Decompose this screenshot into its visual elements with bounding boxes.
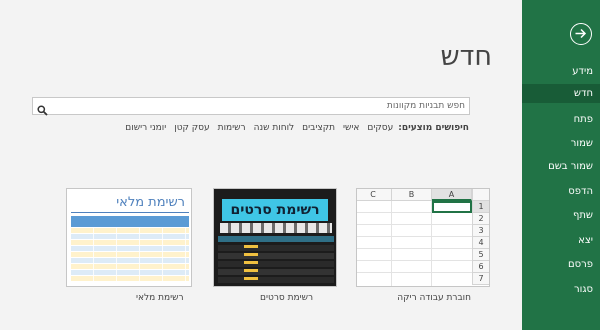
template-inventory-list[interactable]: רשימת מלאי xyxy=(66,188,192,287)
grid-line xyxy=(431,201,432,286)
nav-item-new[interactable]: חדש xyxy=(574,87,593,101)
inventory-thumb-title: רשימת מלאי xyxy=(116,195,185,210)
suggested-link-logs[interactable]: יומני רישום xyxy=(125,123,166,133)
inventory-title-rule xyxy=(71,212,189,213)
nav-item-publish[interactable]: פרסם xyxy=(568,258,593,272)
movie-table-header xyxy=(218,236,334,242)
nav-item-share[interactable]: שתף xyxy=(573,209,593,223)
suggested-searches: חיפושים מוצעים: עסקים אישי תקציבים לוחות שנה… xyxy=(117,123,469,133)
row-header-5: 5 xyxy=(472,249,489,261)
movie-table-row xyxy=(218,253,334,259)
main-pane: חדש חיפושים מוצעים: עסקים אישי תקציבים לוחות… xyxy=(0,0,522,330)
template-blank-workbook[interactable]: A B C 1 2 3 4 5 6 7 xyxy=(356,188,490,287)
suggested-searches-label: חיפושים מוצעים: xyxy=(398,123,469,133)
active-cell-a1 xyxy=(432,201,472,213)
grid-line xyxy=(357,236,472,237)
movie-table-row xyxy=(218,261,334,267)
nav-item-save[interactable]: שמור xyxy=(571,137,593,151)
suggested-link-budgets[interactable]: תקציבים xyxy=(302,123,335,133)
search-input[interactable] xyxy=(65,98,465,114)
row-header-6: 6 xyxy=(472,261,489,273)
nav-item-close[interactable]: סגור xyxy=(574,283,593,297)
movie-seats-graphic xyxy=(220,223,332,233)
nav-item-save-as[interactable]: שמור בשם xyxy=(548,160,593,174)
nav-item-export[interactable]: יצא xyxy=(578,234,593,248)
grid-line xyxy=(357,248,472,249)
suggested-link-lists[interactable]: רשימות xyxy=(218,123,246,133)
movie-table-row xyxy=(218,245,334,251)
suggested-link-calendars[interactable]: לוחות שנה xyxy=(254,123,295,133)
template-movie-list[interactable]: רשימת סרטים xyxy=(213,188,337,287)
grid-line xyxy=(391,201,392,286)
back-button[interactable] xyxy=(570,23,592,45)
grid-line xyxy=(357,224,472,225)
suggested-link-small-business[interactable]: עסק קטן xyxy=(174,123,209,133)
nav-item-print[interactable]: הדפס xyxy=(568,185,593,199)
nav-item-open[interactable]: פתח xyxy=(574,113,593,127)
nav-item-info[interactable]: מידע xyxy=(572,65,593,79)
grid-line xyxy=(357,272,472,273)
inventory-table-header xyxy=(71,216,189,227)
template-caption-inventory: רשימת מלאי xyxy=(136,293,184,303)
movie-list-banner: רשימת סרטים xyxy=(222,199,328,221)
search-icon[interactable] xyxy=(37,101,48,120)
backstage-view: חדש חיפושים מוצעים: עסקים אישי תקציבים לוחות… xyxy=(0,0,600,330)
movie-list-thumb-title: רשימת סרטים xyxy=(230,202,320,218)
template-search-box xyxy=(32,97,470,116)
column-header-b: B xyxy=(392,189,432,201)
movie-table-row xyxy=(218,277,334,283)
template-caption-movie: רשימת סרטים xyxy=(260,293,314,303)
inventory-column-lines xyxy=(71,228,189,281)
template-caption-blank: חוברת עבודה ריקה xyxy=(397,293,471,303)
backstage-nav: מידע חדש פתח שמור שמור בשם הדפס שתף יצא … xyxy=(522,0,600,330)
page-title: חדש xyxy=(440,41,492,72)
movie-table-row xyxy=(218,269,334,275)
select-all-corner xyxy=(472,189,489,201)
row-header-1: 1 xyxy=(472,201,489,213)
row-header-3: 3 xyxy=(472,225,489,237)
row-header-7: 7 xyxy=(472,273,489,285)
suggested-link-business[interactable]: עסקים xyxy=(367,123,393,133)
grid-line xyxy=(357,260,472,261)
column-header-c: C xyxy=(357,189,392,201)
arrow-circle-icon xyxy=(575,28,587,39)
movie-rating-stars xyxy=(244,245,258,283)
suggested-link-personal[interactable]: אישי xyxy=(343,123,359,133)
column-header-a: A xyxy=(432,189,472,201)
row-header-2: 2 xyxy=(472,213,489,225)
row-header-4: 4 xyxy=(472,237,489,249)
